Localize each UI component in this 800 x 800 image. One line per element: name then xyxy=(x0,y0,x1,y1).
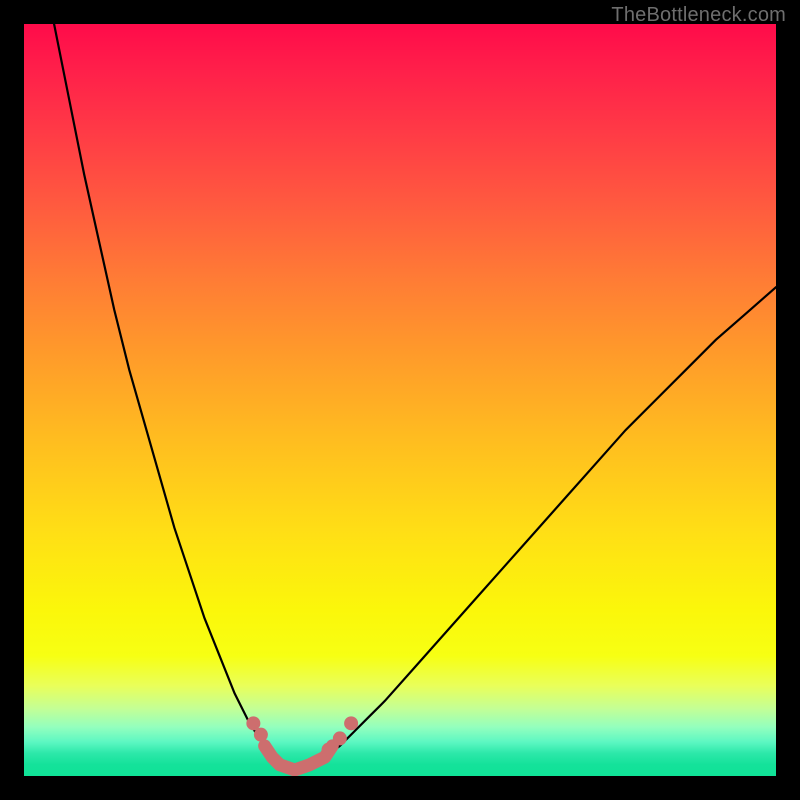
chart-plot-area xyxy=(24,24,776,776)
data-marker xyxy=(344,716,358,730)
curve-right-branch xyxy=(295,287,776,770)
bottleneck-curve xyxy=(54,24,776,770)
watermark-text: TheBottleneck.com xyxy=(611,4,786,27)
data-marker xyxy=(254,728,268,742)
data-marker xyxy=(333,731,347,745)
curve-left-branch xyxy=(54,24,295,770)
data-marker xyxy=(322,743,336,757)
chart-svg xyxy=(24,24,776,776)
